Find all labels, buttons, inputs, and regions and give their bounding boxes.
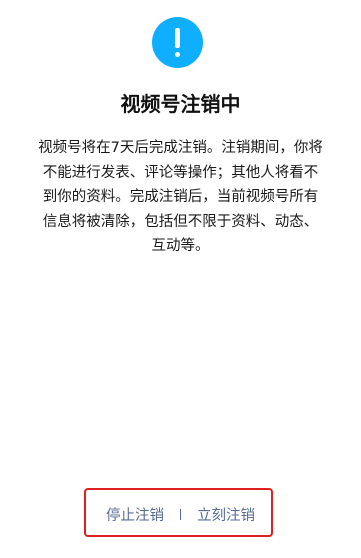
page-title: 视频号注销中 [120, 92, 241, 116]
action-separator [180, 508, 181, 520]
deactivation-notice: 视频号将在7天后完成注销。注销期间，你将 不能进行发表、评论等操作；其他人将看不… [14, 136, 347, 259]
notice-line: 互动等。 [151, 238, 210, 254]
deactivate-now-link[interactable]: 立刻注销 [197, 504, 255, 525]
exclamation-bar [175, 28, 180, 48]
notice-line: 信息将被清除，包括但不限于资料、动态、 [42, 213, 319, 230]
stop-deactivation-link[interactable]: 停止注销 [106, 504, 164, 525]
notice-line: 视频号将在7天后完成注销。注销期间，你将 [38, 140, 323, 156]
notice-line: 到你的资料。完成注销后，当前视频号所有 [42, 189, 319, 205]
notice-line: 不能进行发表、评论等操作；其他人将看不 [42, 164, 319, 181]
exclamation-icon [152, 17, 203, 68]
exclamation-dot [175, 52, 180, 57]
action-row: 停止注销 立刻注销 [0, 503, 361, 525]
